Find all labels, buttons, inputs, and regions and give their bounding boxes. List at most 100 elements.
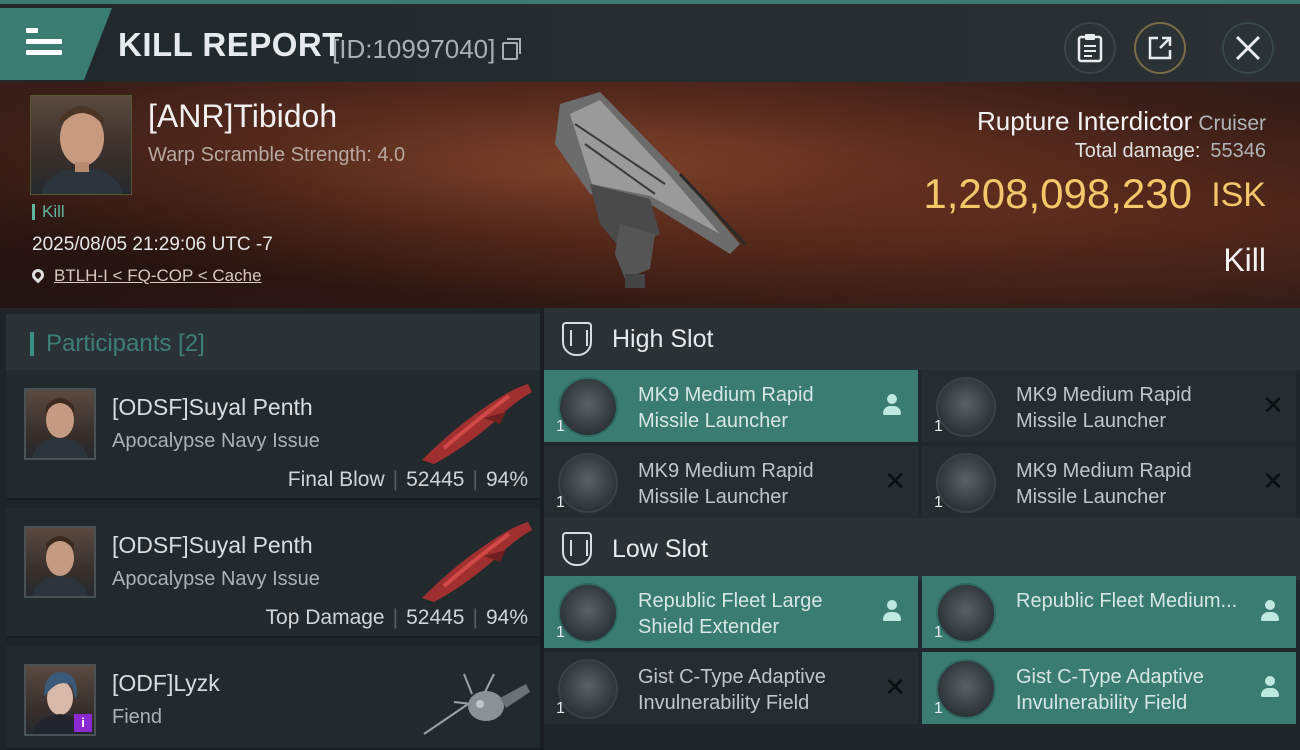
dropped-person-icon [1260,600,1280,624]
module-name: Gist C-Type Adaptive Invulnerability Fie… [638,666,826,714]
victim-ship-name[interactable]: Rupture Interdictor Cruiser [977,106,1266,137]
module-name: MK9 Medium Rapid Missile Launcher [638,460,814,508]
participants-header[interactable]: Participants [2] [6,314,540,374]
info-badge: i [74,714,92,732]
destroyed-x-icon: ✕ [884,466,906,496]
isk-value: 1,208,098,230 [923,170,1192,217]
kill-tag: Kill [32,203,65,220]
location-pin-icon [29,266,47,284]
top-bar: KILL REPORT [ID:10997040] [0,0,1300,82]
missile-launcher-icon [936,377,996,437]
low-slot-icon [562,532,592,566]
participant-damage: 52445 [406,468,465,491]
participant-ship-image [422,522,532,602]
kill-location[interactable]: BTLH-I < FQ-COP < Cache [29,266,262,286]
invulnerability-field-icon [936,659,996,719]
share-button[interactable] [1134,22,1186,74]
shield-booster-icon [936,583,996,643]
shield-extender-icon [558,583,618,643]
module-quantity: 1 [556,494,565,511]
participant-row[interactable]: [ODSF]Suyal Penth Apocalypse Navy Issue … [6,508,540,638]
participant-avatar[interactable] [24,526,96,598]
module-name: Gist C-Type Adaptive Invulnerability Fie… [1016,666,1204,714]
module-name: MK9 Medium Rapid Missile Launcher [638,384,814,432]
isk-unit: ISK [1211,176,1266,214]
module-quantity: 1 [556,418,565,435]
module-item[interactable]: 1 Republic Fleet Medium... [922,576,1296,648]
dropped-person-icon [1260,676,1280,700]
participant-name: [ODSF]Suyal Penth [112,394,313,420]
participant-damage: 52445 [406,606,465,629]
participant-row[interactable]: [ODSF]Suyal Penth Apocalypse Navy Issue … [6,370,540,500]
participant-percent: 94% [485,468,528,491]
missile-launcher-icon [558,453,618,513]
location-link[interactable]: BTLH-I < FQ-COP < Cache [54,266,262,285]
high-slot-header: High Slot [544,308,1300,370]
fitting-panel: High Slot 1 MK9 Medium Rapid Missile Lau… [544,308,1300,750]
module-quantity: 1 [556,624,565,641]
victim-avatar[interactable] [30,95,132,195]
destroyed-x-icon: ✕ [1262,390,1284,420]
participant-ship: Apocalypse Navy Issue [112,430,320,452]
high-slot-icon [562,322,592,356]
dropped-person-icon [882,600,902,624]
participant-role: Top Damage [265,606,385,629]
participant-role: Final Blow [287,468,385,491]
module-name: MK9 Medium Rapid Missile Launcher [1016,460,1192,508]
participant-percent: 94% [485,606,528,629]
ship-class: Cruiser [1198,112,1266,135]
kill-banner: [ANR]Tibidoh Warp Scramble Strength: 4.0… [0,82,1300,308]
module-quantity: 1 [556,700,565,717]
participant-name: [ODSF]Suyal Penth [112,532,313,558]
share-icon [1148,36,1172,60]
module-item[interactable]: 1 Republic Fleet Large Shield Extender [544,576,918,648]
participant-avatar[interactable]: i [24,664,96,736]
module-quantity: 1 [934,418,943,435]
victim-ship-image [555,92,747,288]
kill-timestamp: 2025/08/05 21:29:06 UTC -7 [32,234,273,255]
missile-launcher-icon [558,377,618,437]
participant-ship-image [422,384,532,464]
module-item[interactable]: 1 MK9 Medium Rapid Missile Launcher [544,370,918,442]
invulnerability-field-icon [558,659,618,719]
participant-stats: Top Damage | 52445 | 94% [265,606,528,629]
clipboard-icon [1077,34,1103,63]
missile-launcher-icon [936,453,996,513]
dropped-person-icon [882,394,902,418]
participant-name: [ODF]Lyzk [112,670,220,696]
module-item[interactable]: 1 MK9 Medium Rapid Missile Launcher ✕ [922,370,1296,442]
participant-row[interactable]: i [ODF]Lyzk Fiend [6,646,540,750]
module-item[interactable]: 1 MK9 Medium Rapid Missile Launcher ✕ [544,446,918,518]
close-icon [1235,35,1261,61]
participant-avatar[interactable] [24,388,96,460]
total-damage-value: 55346 [1210,140,1266,162]
destroyed-x-icon: ✕ [1262,466,1284,496]
menu-button[interactable] [0,8,112,80]
module-name: Republic Fleet Large Shield Extender [638,590,823,638]
copy-icon[interactable] [502,38,521,60]
clipboard-button[interactable] [1064,22,1116,74]
close-button[interactable] [1222,22,1274,74]
module-item[interactable]: 1 Gist C-Type Adaptive Invulnerability F… [544,652,918,724]
participant-stats: Final Blow | 52445 | 94% [287,468,528,491]
victim-name[interactable]: [ANR]Tibidoh [148,98,337,135]
participant-ship: Apocalypse Navy Issue [112,568,320,590]
hamburger-icon [26,28,62,61]
module-item[interactable]: 1 Gist C-Type Adaptive Invulnerability F… [922,652,1296,724]
module-item[interactable]: 1 MK9 Medium Rapid Missile Launcher ✕ [922,446,1296,518]
kill-label: Kill [1223,242,1266,278]
warp-scramble-strength: Warp Scramble Strength: 4.0 [148,144,406,166]
participant-ship-image [423,673,530,735]
module-quantity: 1 [934,494,943,511]
module-quantity: 1 [934,700,943,717]
page-title: KILL REPORT [118,26,343,63]
participant-ship: Fiend [112,706,163,728]
participants-panel: Participants [2] [ODSF]Suyal Penth Apoca… [0,308,540,750]
destroyed-x-icon: ✕ [884,672,906,702]
module-quantity: 1 [934,624,943,641]
low-slot-header: Low Slot [544,518,1300,580]
module-name: MK9 Medium Rapid Missile Launcher [1016,384,1192,432]
module-name: Republic Fleet Medium... [1016,590,1238,612]
report-id: [ID:10997040] [332,34,496,64]
total-damage: Total damage: 55346 [1074,140,1266,162]
